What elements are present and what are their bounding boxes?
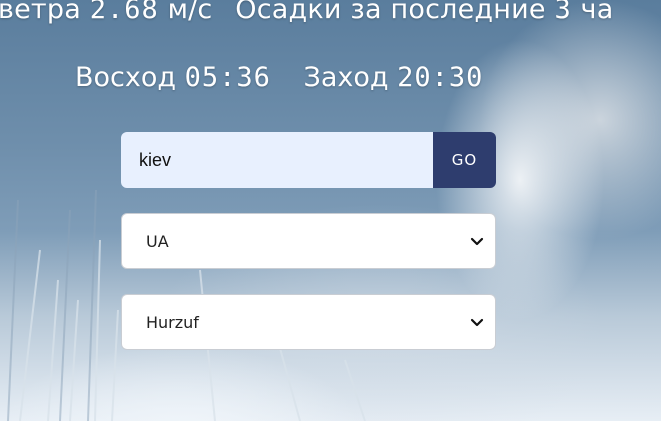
wind-value: 2.68 [89,0,159,25]
wind-label: ветра [0,0,81,25]
sunrise-label: Восход [75,62,177,93]
precip-unit: ча [580,0,614,25]
country-select[interactable]: UA [121,213,496,269]
country-select-value: UA [146,231,169,251]
precip-label: Осадки за последние [235,0,546,25]
weather-line: ветра 2.68 м/с Осадки за последние 3 ча [0,0,613,25]
city-select[interactable]: Hurzuf [121,294,496,350]
precip-value: 3 [554,0,572,25]
wind-unit: м/с [167,0,213,25]
sunset-time: 20:30 [397,62,484,93]
chevron-down-icon [470,318,484,327]
city-search-form: GO [121,132,496,188]
chevron-down-icon [470,237,484,246]
go-button[interactable]: GO [433,132,496,188]
city-search-input[interactable] [121,132,433,188]
sunset-label: Заход [303,62,389,93]
sun-times-line: Восход 05:36 Заход 20:30 [75,62,483,93]
city-select-value: Hurzuf [146,312,199,332]
sunrise-time: 05:36 [184,62,271,93]
